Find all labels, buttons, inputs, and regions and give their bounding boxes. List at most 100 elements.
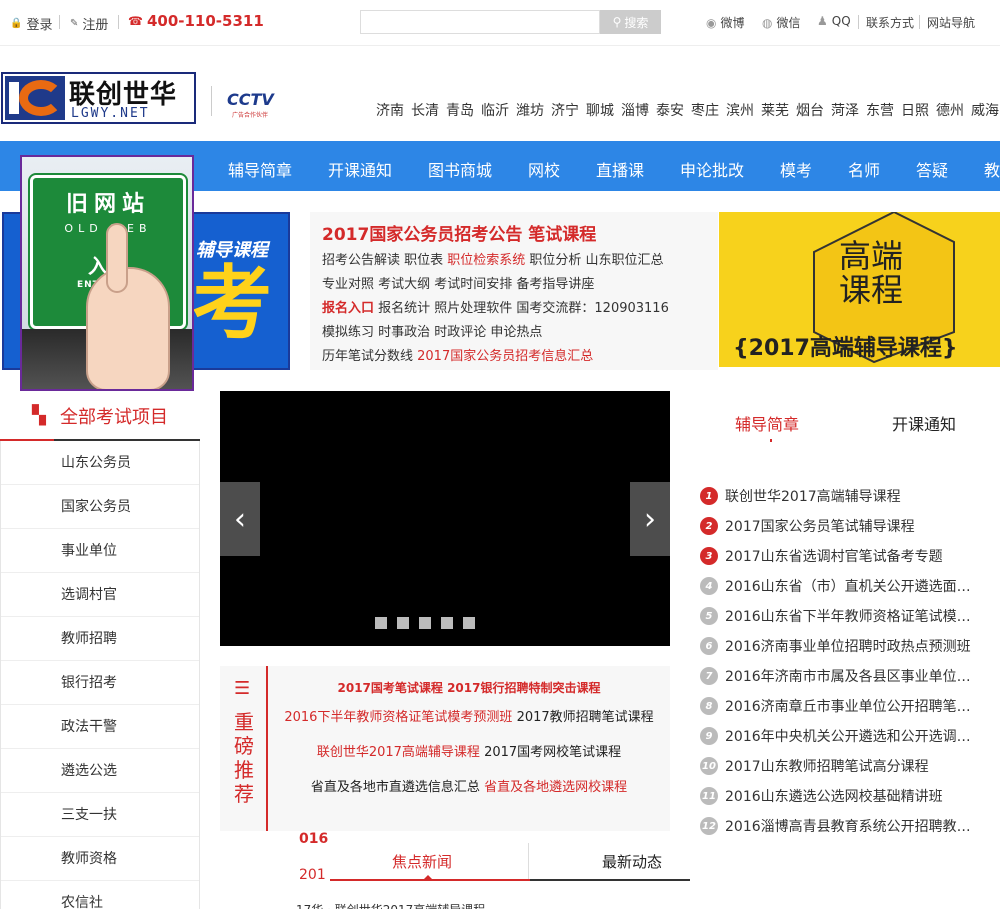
lock-icon: 🔒 xyxy=(10,18,23,29)
search-button[interactable]: ⚲ 搜索 xyxy=(600,10,661,34)
old-site-entrance[interactable]: 旧网站 OLD WEB 入口 ENTRANCE xyxy=(20,155,194,391)
menu-item[interactable]: 国家公务员 xyxy=(1,485,199,529)
carousel-prev-button[interactable]: ‹ xyxy=(220,482,260,556)
hotline: ☎ 400-110-5311 xyxy=(128,12,264,30)
tab-focus-news[interactable]: 焦点新闻 xyxy=(392,851,452,872)
menu-item[interactable]: 三支一扶 xyxy=(1,793,199,837)
nav-item[interactable]: 开课通知 xyxy=(328,157,392,181)
city-link[interactable]: 烟台 xyxy=(796,100,824,120)
premium-course-banner[interactable]: 高端课程 {2017高端辅导课程} xyxy=(719,212,1000,367)
chevron-right-icon: › xyxy=(644,501,656,537)
nav-item[interactable]: 申论批改 xyxy=(680,157,744,181)
city-link[interactable]: 菏泽 xyxy=(831,100,859,120)
recommend-link[interactable]: 2017国考笔试课程 2017银行招聘特制突击课程 xyxy=(268,679,670,696)
recommend-row: 联创世华2017高端辅导课程 2017国考网校笔试课程 xyxy=(316,745,622,760)
city-link[interactable]: 枣庄 xyxy=(691,100,719,120)
nav-item[interactable]: 教 xyxy=(984,157,1000,181)
carousel-dot[interactable] xyxy=(441,617,453,629)
search-input[interactable] xyxy=(360,10,600,34)
tab-latest[interactable]: 最新动态 xyxy=(602,851,662,872)
list-item-text: 2016山东遴选公选网校基础精讲班 xyxy=(725,789,943,805)
notice-line: 报名入口 报名统计 照片处理软件 国考交流群：120903116 xyxy=(322,301,669,316)
menu-item[interactable]: 教师招聘 xyxy=(1,617,199,661)
weibo-link[interactable]: ◉ 微博 xyxy=(706,14,745,31)
list-item[interactable]: 2 2017国家公务员笔试辅导课程 xyxy=(700,511,1000,541)
menu-item[interactable]: 事业单位 xyxy=(1,529,199,573)
rank-badge: 1 xyxy=(700,487,718,505)
nav-item[interactable]: 答疑 xyxy=(916,157,948,181)
menu-item[interactable]: 遴选公选 xyxy=(1,749,199,793)
city-link[interactable]: 聊城 xyxy=(586,100,614,120)
city-link[interactable]: 泰安 xyxy=(656,100,684,120)
site-logo[interactable]: 联创世华 LGWY.NET xyxy=(1,72,196,124)
edit-icon: ✎ xyxy=(70,18,79,29)
carousel-dot[interactable] xyxy=(419,617,431,629)
chevron-left-icon: ‹ xyxy=(234,501,246,537)
nav-item[interactable]: 模考 xyxy=(780,157,812,181)
wechat-icon: ◍ xyxy=(762,15,773,30)
city-link[interactable]: 济宁 xyxy=(551,100,579,120)
hand-pointer-icon xyxy=(86,267,170,389)
image-carousel[interactable]: ‹ › xyxy=(220,391,670,646)
list-item[interactable]: 7 2016年济南市市属及各县区事业单位公... xyxy=(700,661,1000,691)
nav-item[interactable]: 直播课 xyxy=(596,157,644,181)
city-link[interactable]: 长清 xyxy=(411,100,439,120)
city-link[interactable]: 济南 xyxy=(376,100,404,120)
carousel-dot[interactable] xyxy=(375,617,387,629)
city-link[interactable]: 莱芜 xyxy=(761,100,789,120)
login-link[interactable]: 🔒 登录 xyxy=(10,14,52,33)
menu-item[interactable]: 农信社 xyxy=(1,881,199,909)
tab-notice[interactable]: 开课通知 xyxy=(892,411,956,435)
list-item[interactable]: 12 2016淄博高青县教育系统公开招聘教师... xyxy=(700,811,1000,841)
list-item-text: 2016年中央机关公开遴选和公开选调公... xyxy=(725,729,977,745)
city-link[interactable]: 潍坊 xyxy=(516,100,544,120)
course-list-panel: 辅导简章 开课通知 1 联创世华2017高端辅导课程 2 2017国家公务员笔试辅导课… xyxy=(690,391,1000,835)
notice-title[interactable]: 2017国家公务员招考公告 笔试课程 xyxy=(322,220,596,245)
carousel-dot[interactable] xyxy=(397,617,409,629)
grid-icon: ▚ xyxy=(32,405,46,426)
rank-badge: 11 xyxy=(700,787,718,805)
notice-line[interactable]: 模拟练习 时事政治 时政评论 申论热点 xyxy=(322,321,542,340)
city-link[interactable]: 德州 xyxy=(936,100,964,120)
city-link[interactable]: 滨州 xyxy=(726,100,754,120)
nav-item[interactable]: 名师 xyxy=(848,157,880,181)
menu-item[interactable]: 教师资格 xyxy=(1,837,199,881)
list-item[interactable]: 5 2016山东省下半年教师资格证笔试模考... xyxy=(700,601,1000,631)
city-link[interactable]: 威海 xyxy=(971,100,999,120)
list-item[interactable]: 11 2016山东遴选公选网校基础精讲班 xyxy=(700,781,1000,811)
list-item[interactable]: 4 2016山东省（市）直机关公开遴选面试... xyxy=(700,571,1000,601)
contact-link[interactable]: 联系方式 xyxy=(866,14,914,31)
list-item-text: 2016淄博高青县教育系统公开招聘教师... xyxy=(725,819,977,835)
list-item[interactable]: 1 联创世华2017高端辅导课程 xyxy=(700,481,1000,511)
list-item[interactable]: 3 2017山东省选调村官笔试备考专题 xyxy=(700,541,1000,571)
tab-guide[interactable]: 辅导简章 xyxy=(735,411,799,435)
menu-item[interactable]: 选调村官 xyxy=(1,573,199,617)
city-link[interactable]: 日照 xyxy=(901,100,929,120)
city-link[interactable]: 临沂 xyxy=(481,100,509,120)
list-item[interactable]: 8 2016济南章丘市事业单位公开招聘笔试... xyxy=(700,691,1000,721)
list-item[interactable]: 9 2016年中央机关公开遴选和公开选调公... xyxy=(700,721,1000,751)
menu-item[interactable]: 政法干警 xyxy=(1,705,199,749)
menu-item[interactable]: 银行招考 xyxy=(1,661,199,705)
register-link[interactable]: ✎ 注册 xyxy=(70,14,108,33)
cctv-subtitle: 广告合作伙伴 xyxy=(232,112,269,119)
carousel-next-button[interactable]: › xyxy=(630,482,670,556)
weixin-link[interactable]: ◍ 微信 xyxy=(762,14,801,31)
sitenav-link[interactable]: 网站导航 xyxy=(927,14,975,31)
nav-item[interactable]: 辅导简章 xyxy=(228,157,292,181)
list-item[interactable]: 6 2016济南事业单位招聘时政热点预测班 xyxy=(700,631,1000,661)
city-link[interactable]: 淄博 xyxy=(621,100,649,120)
search-icon: ⚲ xyxy=(612,15,622,29)
divider xyxy=(59,15,60,29)
notice-line: 历年笔试分数线 2017国家公务员招考信息汇总 xyxy=(322,349,594,364)
news-item[interactable]: 17华 · 联创世华2017高端辅导课程 xyxy=(296,901,485,909)
carousel-dot[interactable] xyxy=(463,617,475,629)
city-link[interactable]: 东营 xyxy=(866,100,894,120)
city-link[interactable]: 青岛 xyxy=(446,100,474,120)
menu-item[interactable]: 山东公务员 xyxy=(1,441,199,485)
notice-line[interactable]: 专业对照 考试大纲 考试时间安排 备考指导讲座 xyxy=(322,273,594,292)
nav-item[interactable]: 图书商城 xyxy=(428,157,492,181)
list-item[interactable]: 10 2017山东教师招聘笔试高分课程 xyxy=(700,751,1000,781)
nav-item[interactable]: 网校 xyxy=(528,157,560,181)
qq-link[interactable]: ♟ QQ xyxy=(817,14,851,28)
